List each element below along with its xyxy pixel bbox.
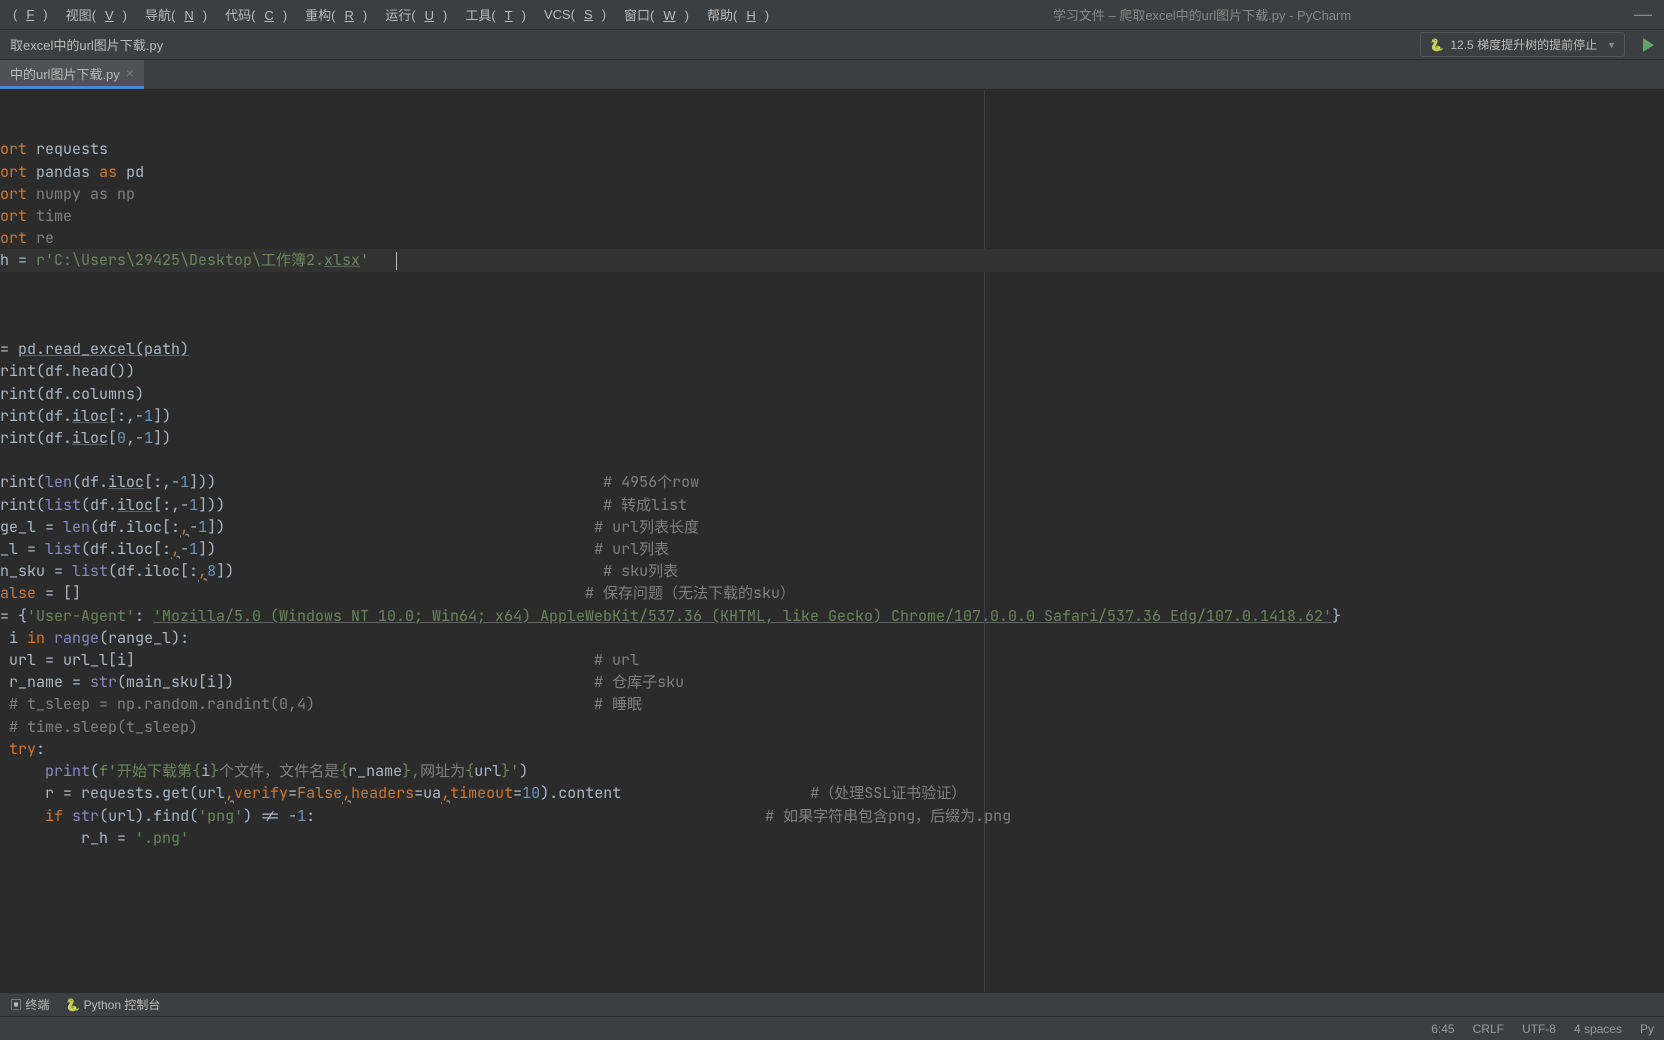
- code-line[interactable]: [0, 272, 1664, 294]
- menu-window[interactable]: 窗口(W): [615, 5, 698, 24]
- run-config-label: 12.5 梯度提升树的提前停止: [1450, 36, 1597, 53]
- code-line[interactable]: [0, 294, 1664, 316]
- code-line[interactable]: # time.sleep(t_sleep): [0, 716, 1664, 738]
- code-line[interactable]: print(f'开始下载第{i}个文件，文件名是{r_name},网址为{url…: [0, 760, 1664, 782]
- code-line[interactable]: rint(df.iloc[:,-1]): [0, 405, 1664, 427]
- menu-file[interactable]: (F): [4, 7, 57, 22]
- python-icon: 🐍: [1429, 38, 1444, 52]
- menu-vcs[interactable]: VCS(S): [535, 7, 615, 22]
- menu-navigate[interactable]: 导航(N): [136, 5, 216, 24]
- code-line[interactable]: = {'User-Agent': 'Mozilla/5.0 (Windows N…: [0, 605, 1664, 627]
- menu-run[interactable]: 运行(U): [376, 5, 456, 24]
- editor-tabs: 中的url图片下载.py ×: [0, 60, 1664, 90]
- code-line[interactable]: h = r'C:\Users\29425\Desktop\工作簿2.xlsx': [0, 249, 1664, 271]
- code-line[interactable]: [0, 316, 1664, 338]
- code-line[interactable]: rint(len(df.iloc[:,-1])) # 4956个row: [0, 471, 1664, 493]
- hard-wrap-guide: [984, 90, 985, 992]
- close-icon[interactable]: ×: [126, 65, 134, 81]
- line-separator[interactable]: CRLF: [1473, 1022, 1504, 1036]
- code-line[interactable]: i in range(range_l):: [0, 627, 1664, 649]
- interpreter[interactable]: Py: [1640, 1022, 1654, 1036]
- code-line[interactable]: rint(df.iloc[0,-1]): [0, 427, 1664, 449]
- minimize-icon[interactable]: —: [1626, 4, 1660, 25]
- run-config-selector[interactable]: 🐍 12.5 梯度提升树的提前停止 ▼: [1420, 32, 1625, 57]
- code-line[interactable]: ort time: [0, 205, 1664, 227]
- code-line[interactable]: alse = [] # 保存问题（无法下载的sku）: [0, 582, 1664, 604]
- python-console-tool-button[interactable]: 🐍 Python 控制台: [65, 996, 160, 1013]
- indent-setting[interactable]: 4 spaces: [1574, 1022, 1622, 1036]
- code-line[interactable]: ort requests: [0, 138, 1664, 160]
- toolbar: 取excel中的url图片下载.py 🐍 12.5 梯度提升树的提前停止 ▼: [0, 30, 1664, 60]
- breadcrumb[interactable]: 取excel中的url图片下载.py: [10, 35, 163, 54]
- code-line[interactable]: r_h = '.png': [0, 827, 1664, 849]
- code-line[interactable]: r_name = str(main_sku[i]) # 仓库子sku: [0, 671, 1664, 693]
- tool-window-bar: ▣ 终端 🐍 Python 控制台: [0, 992, 1664, 1016]
- code-line[interactable]: try:: [0, 738, 1664, 760]
- code-line[interactable]: ort numpy as np: [0, 183, 1664, 205]
- menu-view[interactable]: 视图(V): [57, 5, 136, 24]
- status-bar: 6:45 CRLF UTF-8 4 spaces Py: [0, 1016, 1664, 1040]
- code-line[interactable]: # t_sleep = np.random.randint(0,4) # 睡眠: [0, 693, 1664, 715]
- code-line[interactable]: n_sku = list(df.iloc[:,8]) # sku列表: [0, 560, 1664, 582]
- chevron-down-icon: ▼: [1607, 40, 1616, 50]
- menu-help[interactable]: 帮助(H): [698, 5, 778, 24]
- code-line[interactable]: ort pandas as pd: [0, 161, 1664, 183]
- code-line[interactable]: _l = list(df.iloc[:,-1]) # url列表: [0, 538, 1664, 560]
- code-line[interactable]: url = url_l[i] # url: [0, 649, 1664, 671]
- code-line[interactable]: rint(df.columns): [0, 383, 1664, 405]
- code-line[interactable]: r = requests.get(url,verify=False,header…: [0, 782, 1664, 804]
- menu-tools[interactable]: 工具(T): [456, 5, 535, 24]
- code-line[interactable]: if str(url).find('png') != -1: # 如果字符串包含…: [0, 805, 1664, 827]
- caret-position[interactable]: 6:45: [1431, 1022, 1454, 1036]
- terminal-tool-button[interactable]: ▣ 终端: [10, 996, 49, 1013]
- code-line[interactable]: [0, 449, 1664, 471]
- window-title: 学习文件 – 爬取excel中的url图片下载.py - PyCharm: [778, 5, 1626, 24]
- code-line[interactable]: rint(list(df.iloc[:,-1])) # 转成list: [0, 494, 1664, 516]
- code-editor[interactable]: ort requestsort pandas as pdort numpy as…: [0, 90, 1664, 992]
- code-line[interactable]: = pd.read_excel(path): [0, 338, 1664, 360]
- code-line[interactable]: rint(df.head()): [0, 360, 1664, 382]
- menu-code[interactable]: 代码(C): [216, 5, 296, 24]
- menu-bar: (F) 视图(V) 导航(N) 代码(C) 重构(R) 运行(U) 工具(T) …: [0, 0, 1664, 30]
- code-line[interactable]: ort re: [0, 227, 1664, 249]
- editor-tab-active[interactable]: 中的url图片下载.py ×: [0, 60, 144, 89]
- tab-label: 中的url图片下载.py: [10, 64, 120, 83]
- code-line[interactable]: ge_l = len(df.iloc[:,-1]) # url列表长度: [0, 516, 1664, 538]
- menu-refactor[interactable]: 重构(R): [296, 5, 376, 24]
- file-encoding[interactable]: UTF-8: [1522, 1022, 1556, 1036]
- run-button[interactable]: [1643, 38, 1654, 52]
